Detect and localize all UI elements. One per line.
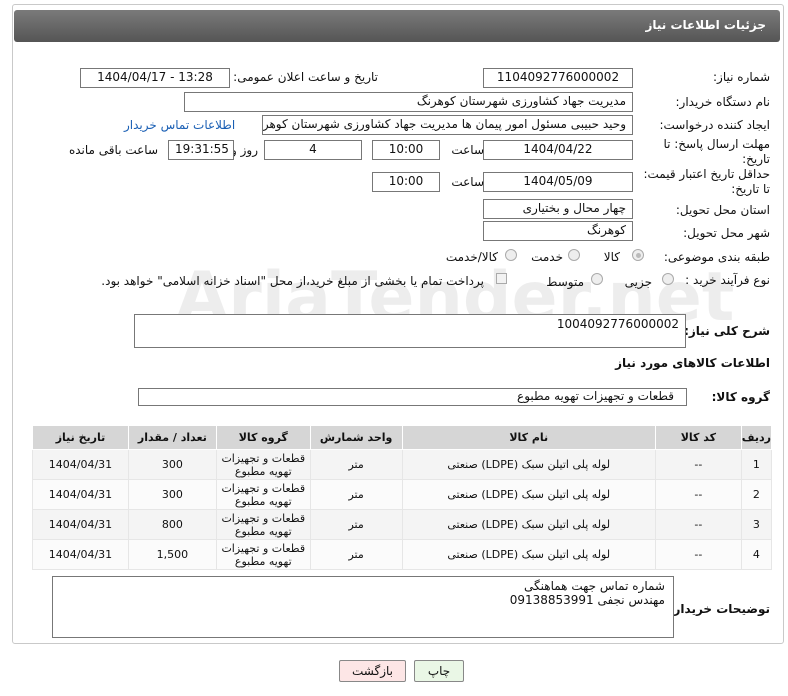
cell-date: 1404/04/31	[32, 509, 129, 540]
description-label: شرح کلی نیاز:	[684, 324, 770, 338]
col-group: گروه کالا	[215, 425, 311, 450]
cell-name: لوله پلی اتیلن سبک (LDPE) صنعتی	[401, 449, 656, 480]
col-date: تاریخ نیاز	[32, 425, 129, 450]
treasury-checkbox[interactable]	[496, 273, 507, 284]
cell-date: 1404/04/31	[32, 449, 129, 480]
goods-group-label: گروه کالا:	[711, 390, 770, 404]
cell-name: لوله پلی اتیلن سبک (LDPE) صنعتی	[401, 509, 656, 540]
validity-label-1: حداقل تاریخ اعتبار قیمت:	[643, 167, 770, 181]
need-number-field: 1104092776000002	[483, 68, 633, 88]
buyer-notes-line-2: مهندس نجفی 09138853991	[509, 593, 665, 607]
deadline-time-label: ساعت	[451, 143, 484, 157]
validity-time-field: 10:00	[372, 172, 440, 192]
cell-group: قطعات و تجهیزات تهویه مطبوع	[215, 449, 311, 480]
table-row: 2 -- لوله پلی اتیلن سبک (LDPE) صنعتی متر…	[32, 479, 773, 510]
city-label: شهر محل تحویل:	[683, 226, 770, 240]
city-field: کوهرنگ	[483, 221, 633, 241]
col-qty: تعداد / مقدار	[127, 425, 217, 450]
announce-field: 1404/04/17 - 13:28	[80, 68, 230, 88]
cell-unit: متر	[309, 449, 403, 480]
buyer-notes-label: توضیحات خریدار:	[668, 602, 770, 616]
col-row: ردیف	[740, 425, 773, 450]
back-button[interactable]: بازگشت	[339, 660, 406, 682]
category-option-service: خدمت	[531, 250, 563, 264]
remaining-field: 19:31:55	[168, 140, 234, 160]
deadline-time-field: 10:00	[372, 140, 440, 160]
cell-row: 2	[740, 479, 773, 510]
buyer-notes-field: شماره تماس جهت هماهنگی مهندس نجفی 091388…	[52, 576, 674, 638]
province-label: استان محل تحویل:	[675, 203, 770, 217]
process-radio-minor[interactable]	[662, 273, 674, 285]
cell-group: قطعات و تجهیزات تهویه مطبوع	[215, 479, 311, 510]
goods-group-field: قطعات و تجهیزات تهویه مطبوع	[138, 388, 687, 406]
col-unit: واحد شمارش	[309, 425, 403, 450]
days-field: 4	[264, 140, 362, 160]
page-header: جزئیات اطلاعات نیاز	[14, 10, 780, 42]
deadline-label-2: تاریخ:	[742, 152, 770, 166]
cell-row: 1	[740, 449, 773, 480]
buyer-field: مدیریت جهاد کشاورزی شهرستان کوهرنگ	[184, 92, 633, 112]
cell-code: --	[654, 509, 742, 540]
validity-date-field: 1404/05/09	[483, 172, 633, 192]
cell-unit: متر	[309, 509, 403, 540]
creator-field: وحید حبیبی مسئول امور پیمان ها مدیریت جه…	[262, 115, 633, 135]
cell-name: لوله پلی اتیلن سبک (LDPE) صنعتی	[401, 479, 656, 510]
table-row: 1 -- لوله پلی اتیلن سبک (LDPE) صنعتی متر…	[32, 449, 773, 480]
days-label: روز و	[231, 143, 258, 157]
cell-qty: 300	[127, 449, 217, 480]
cell-row: 4	[740, 539, 773, 570]
goods-section-title: اطلاعات کالاهای مورد نیاز	[615, 356, 770, 370]
table-row: 4 -- لوله پلی اتیلن سبک (LDPE) صنعتی متر…	[32, 539, 773, 570]
remaining-label: ساعت باقی مانده	[68, 143, 158, 157]
col-name: نام کالا	[401, 425, 656, 450]
cell-qty: 1,500	[127, 539, 217, 570]
cell-date: 1404/04/31	[32, 479, 129, 510]
treasury-note: پرداخت تمام یا بخشی از مبلغ خرید،از محل …	[101, 274, 484, 288]
validity-time-label: ساعت	[451, 175, 484, 189]
page-title: جزئیات اطلاعات نیاز	[645, 18, 766, 32]
need-number-label: شماره نیاز:	[713, 70, 770, 84]
cell-unit: متر	[309, 479, 403, 510]
process-label: نوع فرآیند خرید :	[685, 273, 770, 287]
deadline-label-1: مهلت ارسال پاسخ: تا	[663, 137, 770, 151]
category-radio-goods[interactable]	[632, 249, 644, 261]
table-row: 3 -- لوله پلی اتیلن سبک (LDPE) صنعتی متر…	[32, 509, 773, 540]
cell-code: --	[654, 539, 742, 570]
cell-row: 3	[740, 509, 773, 540]
cell-code: --	[654, 449, 742, 480]
validity-label-2: تا تاریخ:	[731, 182, 770, 196]
creator-label: ایجاد کننده درخواست:	[659, 118, 770, 132]
province-field: چهار محال و بختیاری	[483, 199, 633, 219]
print-button[interactable]: چاپ	[414, 660, 464, 682]
table-header-row: ردیف کد کالا نام کالا واحد شمارش گروه کا…	[32, 425, 773, 450]
process-option-medium: متوسط	[546, 275, 584, 289]
goods-table: ردیف کد کالا نام کالا واحد شمارش گروه کا…	[32, 425, 773, 570]
category-radio-goods-service[interactable]	[505, 249, 517, 261]
cell-group: قطعات و تجهیزات تهویه مطبوع	[215, 539, 311, 570]
process-radio-medium[interactable]	[591, 273, 603, 285]
deadline-date-field: 1404/04/22	[483, 140, 633, 160]
category-option-goods-service: کالا/خدمت	[445, 250, 498, 264]
col-code: کد کالا	[654, 425, 742, 450]
buyer-label: نام دستگاه خریدار:	[675, 95, 771, 109]
cell-qty: 800	[127, 509, 217, 540]
cell-group: قطعات و تجهیزات تهویه مطبوع	[215, 509, 311, 540]
category-label: طبقه بندی موضوعی:	[663, 250, 770, 264]
buyer-contact-link[interactable]: اطلاعات تماس خریدار	[124, 118, 235, 132]
cell-date: 1404/04/31	[32, 539, 129, 570]
cell-qty: 300	[127, 479, 217, 510]
buyer-notes-line-1: شماره تماس جهت هماهنگی	[524, 579, 665, 593]
announce-label: تاریخ و ساعت اعلان عمومی:	[233, 70, 378, 84]
cell-name: لوله پلی اتیلن سبک (LDPE) صنعتی	[401, 539, 656, 570]
cell-unit: متر	[309, 539, 403, 570]
description-value: 1004092776000002	[556, 317, 679, 331]
category-radio-service[interactable]	[568, 249, 580, 261]
cell-code: --	[654, 479, 742, 510]
description-field: 1004092776000002	[134, 314, 686, 348]
category-option-goods: کالا	[603, 250, 620, 264]
process-option-minor: جزیی	[624, 275, 652, 289]
